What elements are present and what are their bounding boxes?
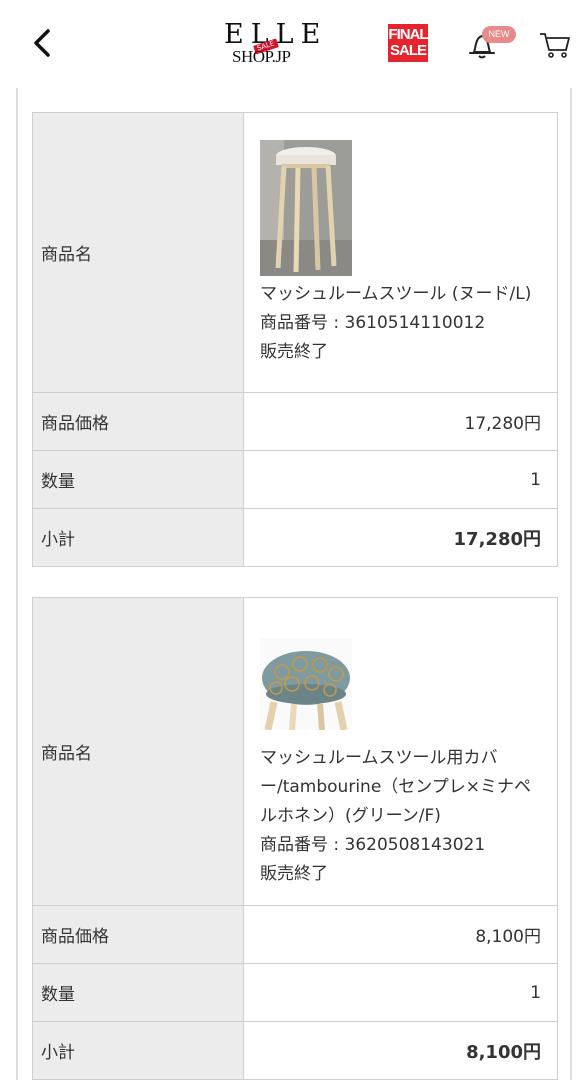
- final-sale-line2: SALE: [389, 42, 427, 59]
- product-status: 販売終了: [260, 864, 328, 884]
- product-image-stool[interactable]: [260, 140, 352, 276]
- order-item-table: 商品名 マッシュルームスツール (ヌード/L) 商品番号 : 361051411…: [32, 112, 558, 567]
- product-name-row: 商品名 マッシュルームスツール (ヌード/L) 商品番号 : 361051411…: [32, 112, 558, 393]
- product-code: 商品番号 : 3610514110012: [260, 313, 486, 333]
- new-badge: NEW: [482, 26, 516, 43]
- product-status: 販売終了: [260, 342, 328, 362]
- quantity-value: 1: [243, 963, 558, 1022]
- product-name[interactable]: マッシュルームスツール用カバー/tambourine（センプレ×ミナペルホネン）…: [260, 744, 541, 831]
- elle-shop-logo[interactable]: ELLE SALE SHOP.JP: [222, 20, 320, 68]
- product-code: 商品番号 : 3620508143021: [260, 835, 486, 855]
- final-sale-line1: FINAL: [388, 26, 428, 43]
- product-cell: マッシュルームスツール (ヌード/L) 商品番号 : 3610514110012…: [243, 112, 558, 393]
- subtotal-row: 小計 17,280円: [32, 508, 558, 567]
- logo-shop-text: SHOP.JP: [232, 47, 291, 66]
- order-item-table: 商品名 マッシュルームスツール用カバー/tambourine（センプレ×ミナペル…: [32, 597, 558, 1080]
- product-name-row: 商品名 マッシュルームスツール用カバー/tambourine（センプレ×ミナペル…: [32, 597, 558, 906]
- product-name-label: 商品名: [32, 112, 244, 393]
- final-sale-button[interactable]: FINAL SALE: [388, 24, 429, 62]
- product-image-cover[interactable]: [260, 638, 352, 730]
- price-label: 商品価格: [32, 905, 244, 964]
- cart-icon[interactable]: [538, 28, 572, 60]
- quantity-row: 数量 1: [32, 450, 558, 509]
- app-header: ELLE SALE SHOP.JP FINAL SALE NEW: [0, 0, 588, 88]
- chevron-left-icon[interactable]: [28, 26, 58, 60]
- product-cell: マッシュルームスツール用カバー/tambourine（センプレ×ミナペルホネン）…: [243, 597, 558, 906]
- quantity-row: 数量 1: [32, 963, 558, 1022]
- price-row: 商品価格 8,100円: [32, 905, 558, 964]
- subtotal-value: 8,100円: [243, 1021, 558, 1080]
- quantity-value: 1: [243, 450, 558, 509]
- price-value: 8,100円: [243, 905, 558, 964]
- subtotal-label: 小計: [32, 1021, 244, 1080]
- product-name[interactable]: マッシュルームスツール (ヌード/L): [260, 280, 541, 309]
- quantity-label: 数量: [32, 450, 244, 509]
- price-label: 商品価格: [32, 392, 244, 451]
- quantity-label: 数量: [32, 963, 244, 1022]
- price-value: 17,280円: [243, 392, 558, 451]
- price-row: 商品価格 17,280円: [32, 392, 558, 451]
- subtotal-label: 小計: [32, 508, 244, 567]
- subtotal-row: 小計 8,100円: [32, 1021, 558, 1080]
- subtotal-value: 17,280円: [243, 508, 558, 567]
- product-name-label: 商品名: [32, 597, 244, 906]
